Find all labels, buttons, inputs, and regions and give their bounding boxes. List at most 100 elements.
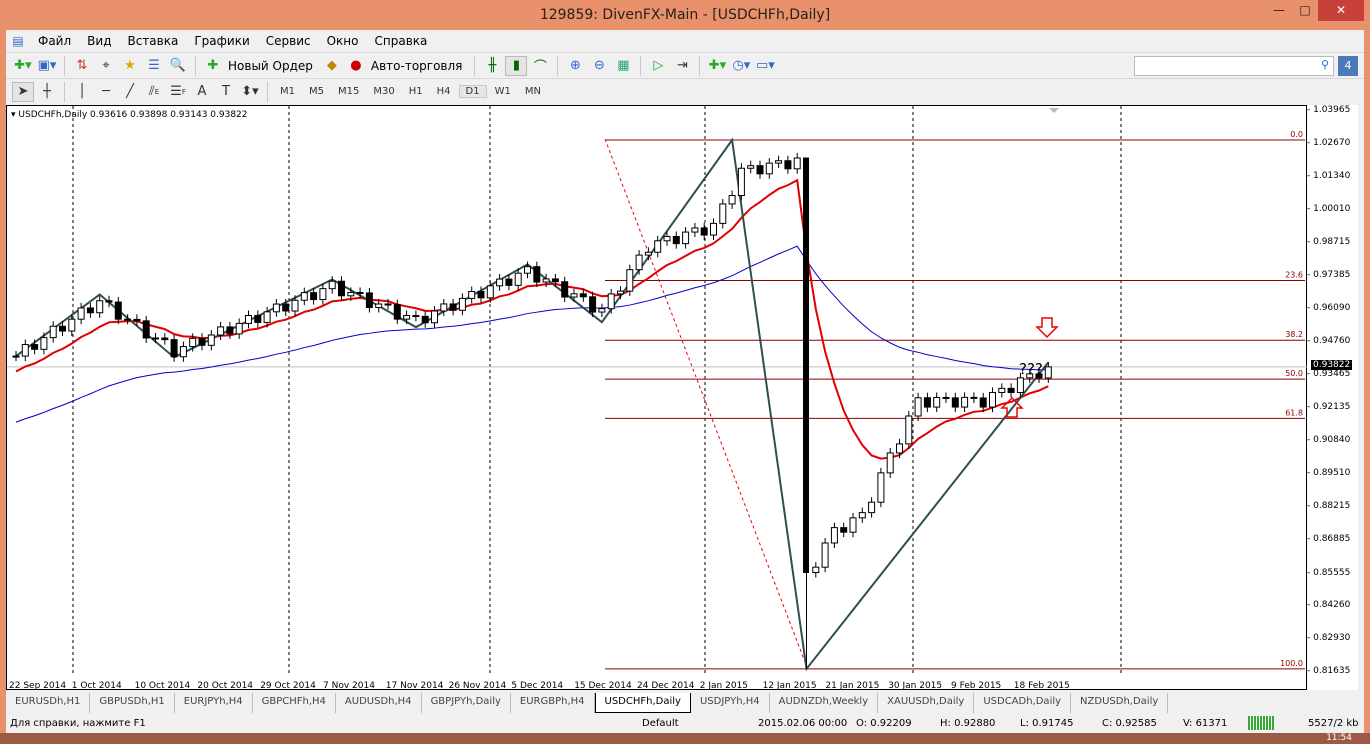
fibonacci-f-label: F: [181, 87, 186, 96]
candle-body: [179, 346, 187, 358]
vertical-line-icon[interactable]: │: [71, 82, 93, 102]
connection-icon: [1248, 716, 1274, 730]
candle-body: [970, 396, 978, 399]
text-tool[interactable]: A: [191, 82, 213, 102]
profiles-icon[interactable]: ▣▾: [36, 56, 58, 76]
trendline-icon[interactable]: ╱: [119, 82, 141, 102]
candle-body: [170, 339, 178, 358]
templates-icon[interactable]: ▭▾: [754, 56, 776, 76]
search-input[interactable]: ⚲: [1134, 56, 1334, 76]
candle-body: [849, 517, 857, 533]
zoom-in-icon[interactable]: ⊕: [564, 56, 586, 76]
chart-shift-icon[interactable]: ⇥: [671, 56, 693, 76]
chart-tab[interactable]: EURJPYh,H4: [175, 693, 253, 713]
menu-help[interactable]: Справка: [367, 34, 436, 48]
mailbox-icon[interactable]: 4: [1338, 56, 1358, 76]
line-chart-icon[interactable]: ⌒: [529, 56, 551, 76]
tf-h1[interactable]: H1: [403, 86, 429, 97]
text-label-tool[interactable]: T: [215, 82, 237, 102]
candle-body: [905, 415, 913, 445]
tf-m5[interactable]: M5: [303, 86, 330, 97]
close-button[interactable]: ✕: [1318, 0, 1364, 21]
chart-tab[interactable]: AUDNZDh,Weekly: [770, 693, 879, 713]
tile-windows-icon[interactable]: ▦: [612, 56, 634, 76]
chart-tab[interactable]: NZDUSDh,Daily: [1071, 693, 1169, 713]
chart-tab[interactable]: EURGBPh,H4: [511, 693, 595, 713]
current-price-label: 0.93822: [1311, 359, 1353, 370]
horizontal-line-icon[interactable]: ─: [95, 82, 117, 102]
new-order-icon[interactable]: ✚: [202, 56, 224, 76]
tf-w1[interactable]: W1: [489, 86, 517, 97]
metaeditor-icon[interactable]: ◆: [321, 56, 343, 76]
menu-insert[interactable]: Вставка: [119, 34, 186, 48]
channel-icon[interactable]: ⫽ E: [143, 82, 165, 102]
tf-h4[interactable]: H4: [431, 86, 457, 97]
fib-level-label: 0.0: [1290, 130, 1303, 139]
chart-tab[interactable]: USDCADh,Daily: [974, 693, 1072, 713]
candle-body: [570, 293, 578, 298]
tf-d1[interactable]: D1: [458, 85, 487, 98]
crosshair-icon[interactable]: ┼: [36, 82, 58, 102]
crosshair-nav-icon[interactable]: ⌖: [95, 56, 117, 76]
chart-area[interactable]: 0.0 23.6 38.2 50.0 61.8 100.0??? 22 Sep 2014 1 …: [6, 105, 1308, 691]
cursor-icon[interactable]: ➤: [12, 81, 34, 102]
navigator-icon[interactable]: ★: [119, 56, 141, 76]
search-icon[interactable]: ⚲: [1321, 58, 1329, 71]
chart-tab[interactable]: USDJPYh,H4: [691, 693, 770, 713]
menu-charts[interactable]: Графики: [186, 34, 257, 48]
autotrading-button[interactable]: Авто-торговля: [371, 59, 463, 73]
zoom-out-icon[interactable]: ⊖: [588, 56, 610, 76]
tf-m1[interactable]: M1: [274, 86, 301, 97]
candle-body: [114, 301, 122, 320]
candle-body: [607, 293, 615, 310]
chart-tab[interactable]: GBPCHFh,H4: [253, 693, 336, 713]
new-order-button[interactable]: Новый Ордер: [228, 59, 313, 73]
status-volume: V: 61371: [1183, 718, 1228, 729]
maximize-button[interactable]: □: [1292, 0, 1318, 21]
price-tick-label: - 0.84260: [1307, 600, 1351, 611]
chart-tab[interactable]: EURUSDh,H1: [6, 693, 91, 713]
menu-view[interactable]: Вид: [79, 34, 119, 48]
standard-toolbar: ✚▾ ▣▾ ⇅ ⌖ ★ ☰ 🔍 ✚ Новый Ордер ◆ ● Авто-т…: [6, 52, 1364, 78]
candle-body: [1016, 377, 1024, 394]
candlestick-icon[interactable]: ▮: [505, 55, 528, 76]
menu-file[interactable]: Файл: [30, 34, 79, 48]
new-chart-icon[interactable]: ✚▾: [12, 56, 34, 76]
chart-tab[interactable]: XAUUSDh,Daily: [878, 693, 975, 713]
price-tick-label: - 0.96090: [1307, 302, 1351, 313]
menu-window[interactable]: Окно: [319, 34, 367, 48]
tf-m15[interactable]: M15: [332, 86, 365, 97]
tester-icon[interactable]: 🔍: [167, 56, 189, 76]
autotrading-icon[interactable]: ●: [345, 56, 367, 76]
candle-body: [737, 167, 745, 197]
autoscroll-icon[interactable]: ▷: [647, 56, 669, 76]
chart-tab[interactable]: AUDUSDh,H4: [336, 693, 422, 713]
chart-tab[interactable]: USDCHFh,Daily: [594, 693, 691, 713]
fibonacci-icon[interactable]: ☰ F: [167, 82, 189, 102]
tf-mn[interactable]: MN: [519, 86, 547, 97]
terminal-icon[interactable]: ☰: [143, 56, 165, 76]
minimize-button[interactable]: —: [1266, 0, 1292, 21]
price-tick-label: - 0.98715: [1307, 236, 1351, 247]
candle-body: [393, 304, 401, 320]
candle-body: [868, 501, 876, 514]
menu-tools[interactable]: Сервис: [258, 34, 319, 48]
chart-tab[interactable]: GBPJPYh,Daily: [422, 693, 511, 713]
price-tick-label: - 0.82930: [1307, 633, 1351, 644]
market-watch-icon[interactable]: ⇅: [71, 56, 93, 76]
candle-body: [765, 162, 773, 175]
chart-header: ▾ USDCHFh,Daily 0.93616 0.93898 0.93143 …: [11, 110, 248, 120]
candle-body: [542, 278, 550, 283]
candle-body: [933, 396, 941, 408]
status-bar: Для справки, нажмите F1 Default 2015.02.…: [6, 714, 1364, 734]
arrows-icon[interactable]: ⬍▾: [239, 82, 261, 102]
bar-chart-icon[interactable]: ╫: [481, 56, 503, 76]
candle-body: [356, 291, 364, 294]
chart-tab[interactable]: GBPUSDh,H1: [90, 693, 175, 713]
candle-body: [821, 542, 829, 568]
indicators-icon[interactable]: ✚▾: [706, 56, 728, 76]
candle-body: [403, 315, 411, 320]
candle-body: [505, 278, 513, 286]
periods-icon[interactable]: ◷▾: [730, 56, 752, 76]
tf-m30[interactable]: M30: [367, 86, 400, 97]
